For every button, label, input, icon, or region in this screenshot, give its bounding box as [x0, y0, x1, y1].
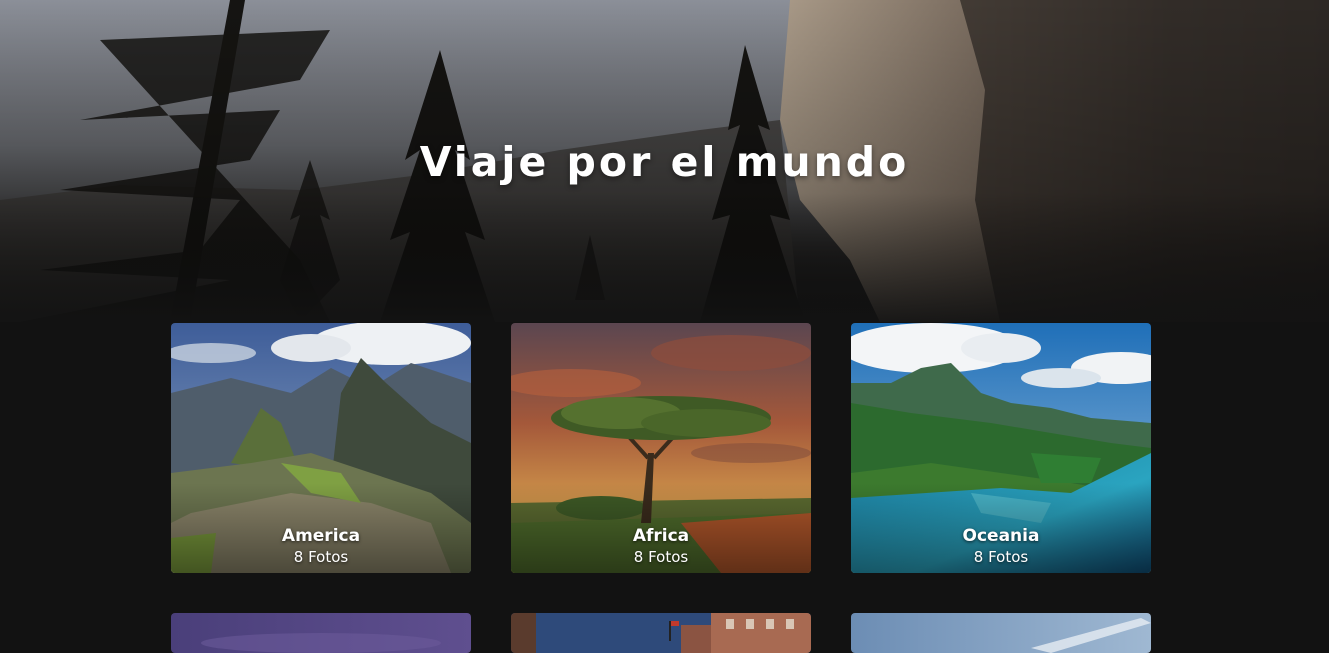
blue-sky-image — [851, 613, 1151, 653]
card-title: Africa — [632, 526, 690, 546]
city-buildings-image — [511, 613, 811, 653]
photo-count: 8 Fotos — [293, 548, 349, 566]
gallery-card-partial-2[interactable] — [511, 613, 811, 653]
page-title: Viaje por el mundo — [419, 138, 910, 186]
photo-count: 8 Fotos — [633, 548, 689, 566]
purple-sky-image — [171, 613, 471, 653]
card-title: Oceania — [962, 526, 1040, 546]
gallery-card-partial-3[interactable] — [851, 613, 1151, 653]
hero-banner: Viaje por el mundo — [0, 0, 1329, 322]
photo-count: 8 Fotos — [973, 548, 1029, 566]
gallery-card-america[interactable]: America 8 Fotos — [171, 323, 471, 573]
gallery-card-africa[interactable]: Africa 8 Fotos — [511, 323, 811, 573]
gallery-grid: America 8 Fotos Africa 8 Fotos Oceania 8… — [171, 323, 1151, 653]
card-title: America — [281, 526, 361, 546]
gallery-card-partial-1[interactable] — [171, 613, 471, 653]
gallery-card-oceania[interactable]: Oceania 8 Fotos — [851, 323, 1151, 573]
